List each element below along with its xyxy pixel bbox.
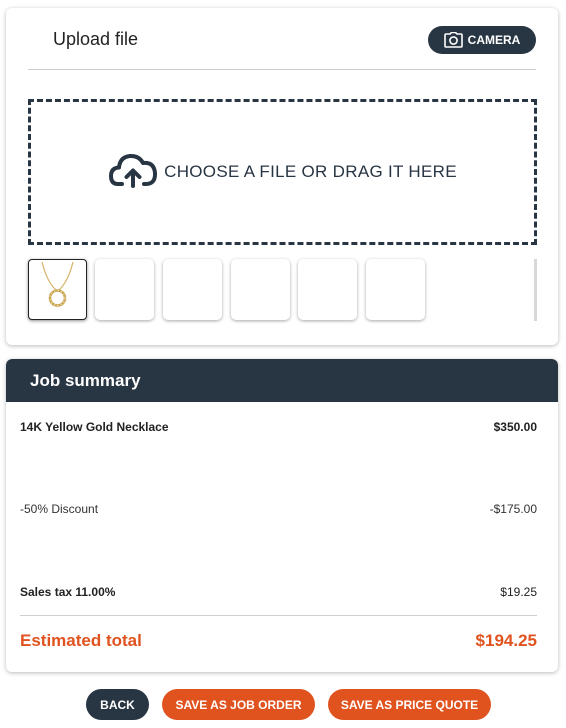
thumbnail-3[interactable] <box>163 259 222 320</box>
camera-label: CAMERA <box>467 33 521 47</box>
job-summary-title: Job summary <box>30 371 141 390</box>
thumbnail-scrollbar[interactable] <box>534 259 537 321</box>
save-as-price-quote-button[interactable]: SAVE AS PRICE QUOTE <box>328 689 491 720</box>
thumbnail-2[interactable] <box>95 259 154 320</box>
upload-title: Upload file <box>53 29 139 49</box>
discount-label: -50% Discount <box>20 502 99 516</box>
action-bar: BACK SAVE AS JOB ORDER SAVE AS PRICE QUO… <box>0 689 566 721</box>
discount-row: -50% Discount -$175.00 <box>20 502 537 516</box>
cloud-upload-icon <box>108 151 160 194</box>
thumbnail-strip <box>28 259 540 321</box>
line-item-name: 14K Yellow Gold Necklace <box>20 420 169 434</box>
camera-icon <box>443 32 463 48</box>
sales-tax-label: Sales tax 11.00% <box>20 585 116 599</box>
file-dropzone[interactable]: CHOOSE A FILE OR DRAG IT HERE <box>28 99 537 245</box>
summary-divider <box>20 615 537 616</box>
thumbnail-6[interactable] <box>366 259 425 320</box>
thumbnail-1[interactable] <box>28 259 87 320</box>
necklace-image-icon <box>29 261 86 323</box>
upload-header: Upload file CAMERA <box>28 8 536 70</box>
discount-value: -$175.00 <box>489 502 537 516</box>
line-item-price: $350.00 <box>493 420 537 434</box>
save-as-job-order-button[interactable]: SAVE AS JOB ORDER <box>162 689 315 720</box>
estimated-total-row: Estimated total $194.25 <box>20 631 537 651</box>
camera-button[interactable]: CAMERA <box>428 26 536 54</box>
sales-tax-row: Sales tax 11.00% $19.25 <box>20 585 537 599</box>
dropzone-label: CHOOSE A FILE OR DRAG IT HERE <box>164 162 457 181</box>
estimated-total-value: $194.25 <box>475 631 537 650</box>
sales-tax-value: $19.25 <box>500 585 537 599</box>
upload-card: Upload file CAMERA CHOOSE A FILE OR DRAG… <box>6 8 558 345</box>
line-item-row: 14K Yellow Gold Necklace $350.00 <box>20 420 537 434</box>
job-summary-header: Job summary <box>6 359 558 402</box>
estimated-total-label: Estimated total <box>20 631 142 650</box>
back-button[interactable]: BACK <box>86 689 149 720</box>
thumbnail-5[interactable] <box>298 259 357 320</box>
job-summary-card: Job summary 14K Yellow Gold Necklace $35… <box>6 359 558 672</box>
thumbnail-4[interactable] <box>231 259 290 320</box>
